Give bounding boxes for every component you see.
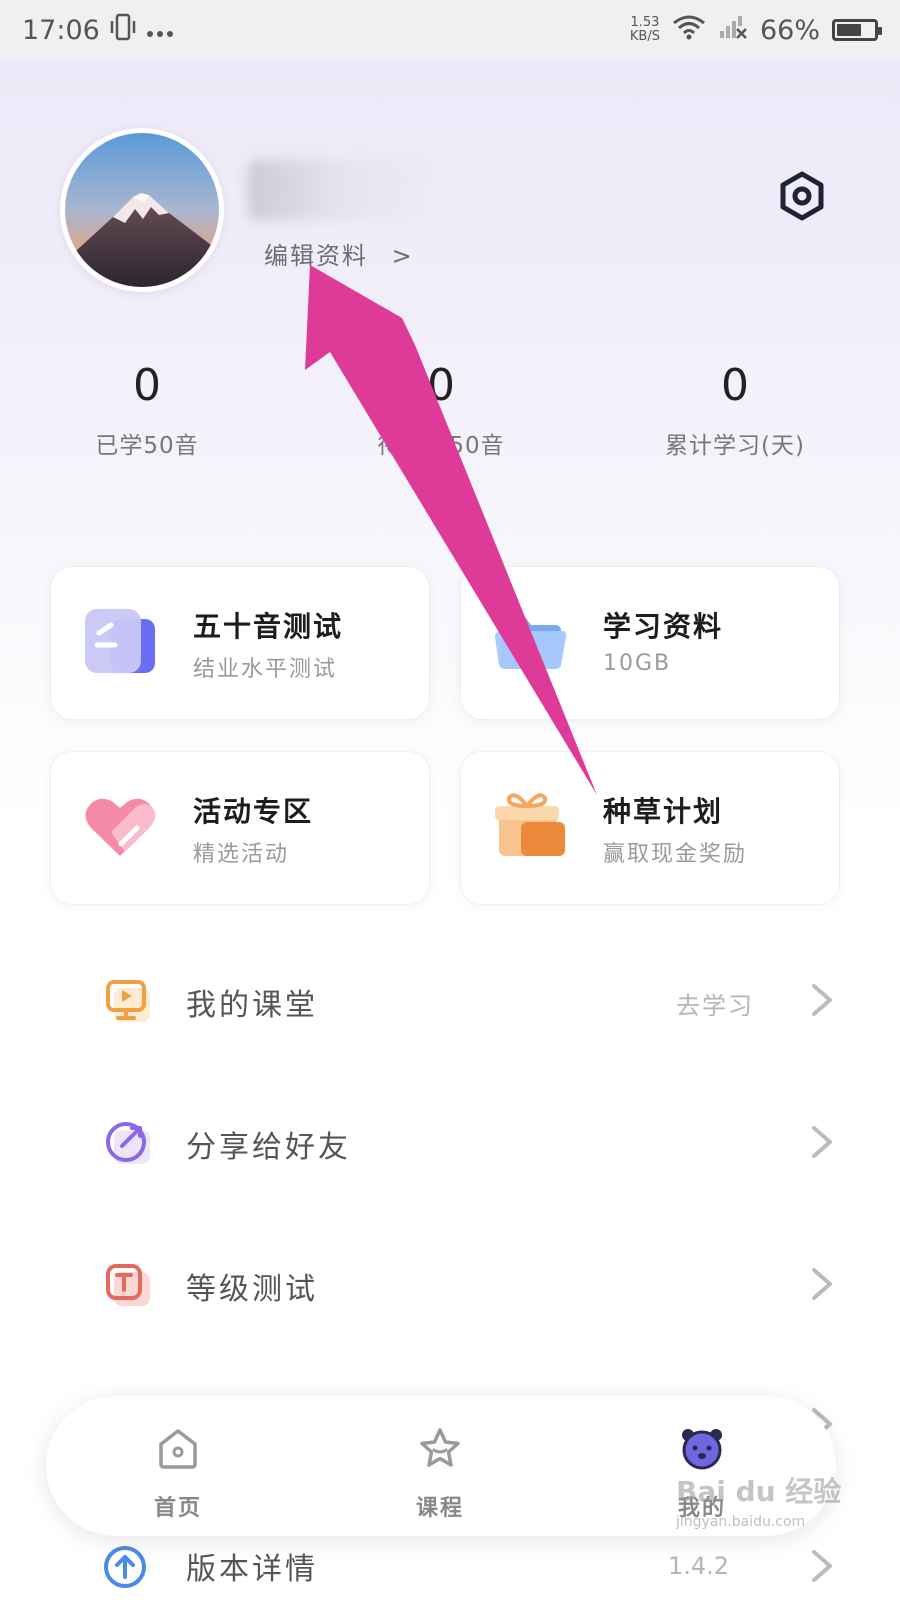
card-activity-zone[interactable]: 活动专区 精选活动 — [50, 751, 430, 905]
card-subtitle: 结业水平测试 — [193, 657, 338, 682]
menu-item-my-classroom[interactable]: 我的课堂 去学习 — [0, 950, 900, 1050]
classroom-icon — [104, 976, 154, 1026]
wifi-icon — [672, 14, 706, 47]
username-redacted — [248, 160, 428, 220]
menu-label: 分享给好友 — [186, 1130, 351, 1165]
watermark-text: Bai du 经验 — [676, 1475, 842, 1508]
stat-value: 0 — [721, 360, 749, 411]
card-title: 学习资料 — [603, 610, 724, 643]
stat-label: 待复习50音 — [377, 433, 505, 459]
stat-label: 累计学习(天) — [665, 433, 805, 459]
card-study-materials[interactable]: 学习资料 10GB — [460, 566, 840, 720]
version-info-icon — [102, 1544, 148, 1594]
net-speed-unit: KB/S — [629, 29, 660, 44]
stat-to-review[interactable]: 0 待复习50音 — [311, 358, 571, 460]
stat-learned[interactable]: 0 已学50音 — [17, 358, 277, 460]
gift-icon — [491, 786, 569, 864]
chevron-right-icon — [808, 980, 838, 1020]
test-document-icon — [81, 601, 159, 679]
card-title: 活动专区 — [193, 795, 314, 828]
heart-icon — [81, 786, 159, 864]
nav-label: 首页 — [153, 1496, 202, 1521]
menu-item-share[interactable]: 分享给好友 — [0, 1092, 900, 1192]
home-icon — [156, 1426, 200, 1470]
signal-off-icon — [718, 14, 748, 47]
card-title: 五十音测试 — [193, 610, 344, 643]
course-star-icon — [418, 1426, 462, 1470]
battery-percent: 66% — [759, 14, 820, 46]
status-time: 17:06 — [22, 14, 100, 46]
folder-icon — [491, 601, 569, 679]
card-subtitle: 赢取现金奖励 — [603, 842, 748, 867]
menu-label: 我的课堂 — [186, 988, 318, 1023]
avatar[interactable] — [60, 128, 224, 292]
edit-profile-link[interactable]: 编辑资料 > — [264, 236, 414, 271]
chevron-right-icon — [808, 1546, 838, 1590]
stat-total-days[interactable]: 0 累计学习(天) — [605, 358, 865, 460]
stat-value: 0 — [133, 360, 161, 411]
stat-value: 0 — [427, 360, 455, 411]
profile-page: 17:06 1.53 KB/S 66% 编辑资料 > 0 已学50音 0 待复习… — [0, 0, 900, 1600]
card-grass-plan[interactable]: 种草计划 赢取现金奖励 — [460, 751, 840, 905]
nav-label: 课程 — [415, 1496, 464, 1521]
card-subtitle: 10GB — [603, 651, 672, 676]
watermark: Bai du 经验 jingyan.baidu.com — [676, 1470, 841, 1530]
menu-label: 等级测试 — [186, 1272, 318, 1307]
chevron-right-icon — [808, 1264, 838, 1304]
bear-avatar-icon — [680, 1426, 724, 1470]
level-test-icon — [104, 1260, 154, 1310]
vibrate-icon — [110, 12, 136, 49]
edit-profile-label: 编辑资料 — [264, 242, 368, 270]
share-icon — [104, 1118, 154, 1168]
nav-home[interactable]: 首页 — [98, 1396, 258, 1536]
net-speed-value: 1.53 — [630, 15, 660, 30]
version-number: 1.4.2 — [668, 1552, 730, 1580]
stat-label: 已学50音 — [95, 433, 199, 459]
status-bar: 17:06 1.53 KB/S 66% — [0, 0, 900, 60]
settings-hex-icon[interactable] — [776, 170, 828, 222]
card-kana-test[interactable]: 五十音测试 结业水平测试 — [50, 566, 430, 720]
edit-profile-chevron: > — [391, 242, 414, 270]
battery-icon — [832, 19, 882, 41]
stats-row: 0 已学50音 0 待复习50音 0 累计学习(天) — [0, 358, 900, 478]
nav-courses[interactable]: 课程 — [360, 1396, 520, 1536]
card-title: 种草计划 — [603, 795, 724, 828]
more-dots-icon — [146, 15, 174, 46]
net-speed: 1.53 KB/S — [630, 16, 660, 44]
card-subtitle: 精选活动 — [193, 842, 290, 867]
chevron-right-icon — [808, 1122, 838, 1162]
menu-item-version-label[interactable]: 版本详情 — [186, 1544, 318, 1588]
menu-value: 去学习 — [676, 992, 754, 1020]
menu-item-level-test[interactable]: 等级测试 — [0, 1234, 900, 1334]
watermark-url: jingyan.baidu.com — [676, 1514, 806, 1530]
